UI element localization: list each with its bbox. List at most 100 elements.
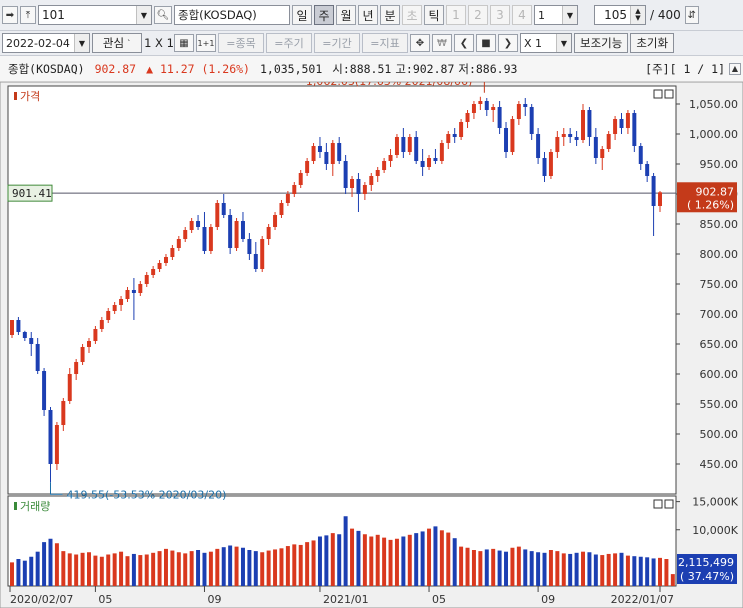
compare-select[interactable]: X 1 ▼ (520, 33, 572, 53)
interval-select[interactable]: 1 ▼ (534, 5, 578, 25)
candle-body (593, 137, 598, 158)
volume-bar (459, 546, 464, 586)
code-input[interactable]: 101 ▼ (38, 5, 152, 25)
chevron-down-icon[interactable]: ▼ (562, 6, 577, 24)
volume-bar (87, 552, 91, 586)
period-button[interactable]: 4 (512, 5, 532, 25)
candle-body (497, 107, 502, 128)
candle-body (196, 221, 201, 227)
candle-body (35, 344, 40, 371)
quote-bar: 종합(KOSDAQ) 902.87 ▲ 11.27 (1.26%) 1,035,… (0, 56, 743, 82)
candle-body (555, 137, 560, 152)
period-button[interactable]: 2 (468, 5, 488, 25)
quote-open: 시:888.51 (332, 61, 392, 76)
count-stepper[interactable]: 105 ▲ ▼ (594, 5, 646, 25)
tool-button[interactable]: =기간 (314, 33, 360, 53)
chevron-down-icon[interactable]: ▼ (74, 34, 89, 52)
candle-body (587, 110, 592, 137)
volume-bar (42, 542, 47, 586)
candle-body (568, 134, 573, 137)
price-tick-label: 650.00 (700, 338, 739, 351)
volume-bar (163, 548, 168, 586)
volume-bar (427, 528, 432, 586)
reset-button[interactable]: 초기화 (630, 33, 675, 53)
period-button[interactable]: 일 (292, 5, 312, 25)
candle-body (574, 137, 579, 140)
candle-body (613, 119, 618, 134)
x-tick-label: 09 (541, 593, 555, 606)
volume-bar (292, 544, 297, 586)
candle-body (536, 134, 541, 158)
candle-body (16, 320, 21, 332)
period-button[interactable]: 주 (314, 5, 334, 25)
candle-body (394, 137, 399, 155)
volume-bar (157, 551, 162, 586)
volume-bar (298, 544, 303, 586)
volume-bar (548, 550, 553, 586)
tool-button[interactable]: =지표 (362, 33, 408, 53)
price-tick-label: 850.00 (700, 218, 739, 231)
candle-body (157, 263, 162, 269)
x-tick-label: 2022/01/07 (611, 593, 674, 606)
period-button[interactable]: 초 (402, 5, 422, 25)
period-button[interactable]: 1 (446, 5, 466, 25)
grid-icon[interactable]: ▦ (174, 34, 194, 52)
period-button[interactable]: 년 (358, 5, 378, 25)
prev-icon[interactable]: ❮ (454, 34, 474, 52)
period-button[interactable]: 틱 (424, 5, 444, 25)
period-button[interactable]: 월 (336, 5, 356, 25)
candle-body (292, 185, 297, 194)
tool-button[interactable]: =주기 (266, 33, 312, 53)
search-icon[interactable]: 🔍︎ (154, 6, 172, 24)
candle-body (67, 374, 72, 401)
candle-body (401, 137, 406, 152)
chevron-down-icon[interactable]: ▼ (556, 34, 571, 52)
volume-bar (189, 551, 194, 586)
price-tick-label: 950.00 (700, 158, 739, 171)
candle-body (330, 143, 335, 164)
period-button[interactable]: 3 (490, 5, 510, 25)
candle-body (215, 203, 220, 227)
stop-icon[interactable]: ■ (476, 34, 496, 52)
volume-bar (581, 551, 585, 586)
aux-button[interactable]: 보조기능 (574, 33, 629, 53)
volume-bar (273, 549, 278, 586)
spin-icon[interactable]: ▲ ▼ (630, 6, 645, 24)
one-by-one-icon[interactable]: 1+1 (196, 34, 216, 52)
name-field: 종합(KOSDAQ) (174, 5, 290, 25)
pin-up-icon[interactable]: ⤒ (20, 6, 36, 24)
volume-bar (22, 560, 27, 586)
quote-change: ▲ 11.27 (1.26%) (146, 61, 250, 76)
price-tick-label: 800.00 (700, 248, 739, 261)
next-icon[interactable]: ❯ (498, 34, 518, 52)
chevron-down-icon[interactable]: ▼ (136, 6, 151, 24)
volume-bar (561, 553, 566, 586)
candle-body (189, 221, 194, 230)
volume-bar (125, 556, 130, 586)
period-button[interactable]: 분 (380, 5, 400, 25)
quote-name: 종합(KOSDAQ) (8, 61, 85, 76)
volume-bar (208, 551, 213, 586)
tool-button[interactable]: =종목 (218, 33, 264, 53)
volume-bar (196, 550, 201, 586)
candle-body (119, 299, 124, 305)
scroll-up-icon[interactable]: ▲ (729, 62, 741, 75)
volume-bar (356, 530, 361, 586)
date-picker[interactable]: 2022-02-04 ▼ (2, 33, 90, 53)
crosshair-icon[interactable]: ✥ (410, 34, 430, 52)
candle-body (362, 185, 367, 194)
candle-body (427, 158, 432, 167)
volume-bar (362, 534, 367, 586)
link-arrow-icon[interactable]: ➡ (2, 6, 18, 24)
candle-body (548, 152, 553, 176)
volume-bar (247, 550, 252, 586)
candle-body (465, 113, 470, 122)
scroll-arrows-icon[interactable]: ⇵ (684, 6, 699, 24)
count-value: 105 (604, 8, 627, 22)
won-icon[interactable]: ₩ (432, 34, 452, 52)
volume-bar (266, 550, 271, 586)
watch-button[interactable]: 관심 ˋ (92, 33, 142, 53)
volume-bar (279, 548, 284, 586)
candle-body (459, 122, 464, 137)
candle-body (112, 305, 117, 311)
